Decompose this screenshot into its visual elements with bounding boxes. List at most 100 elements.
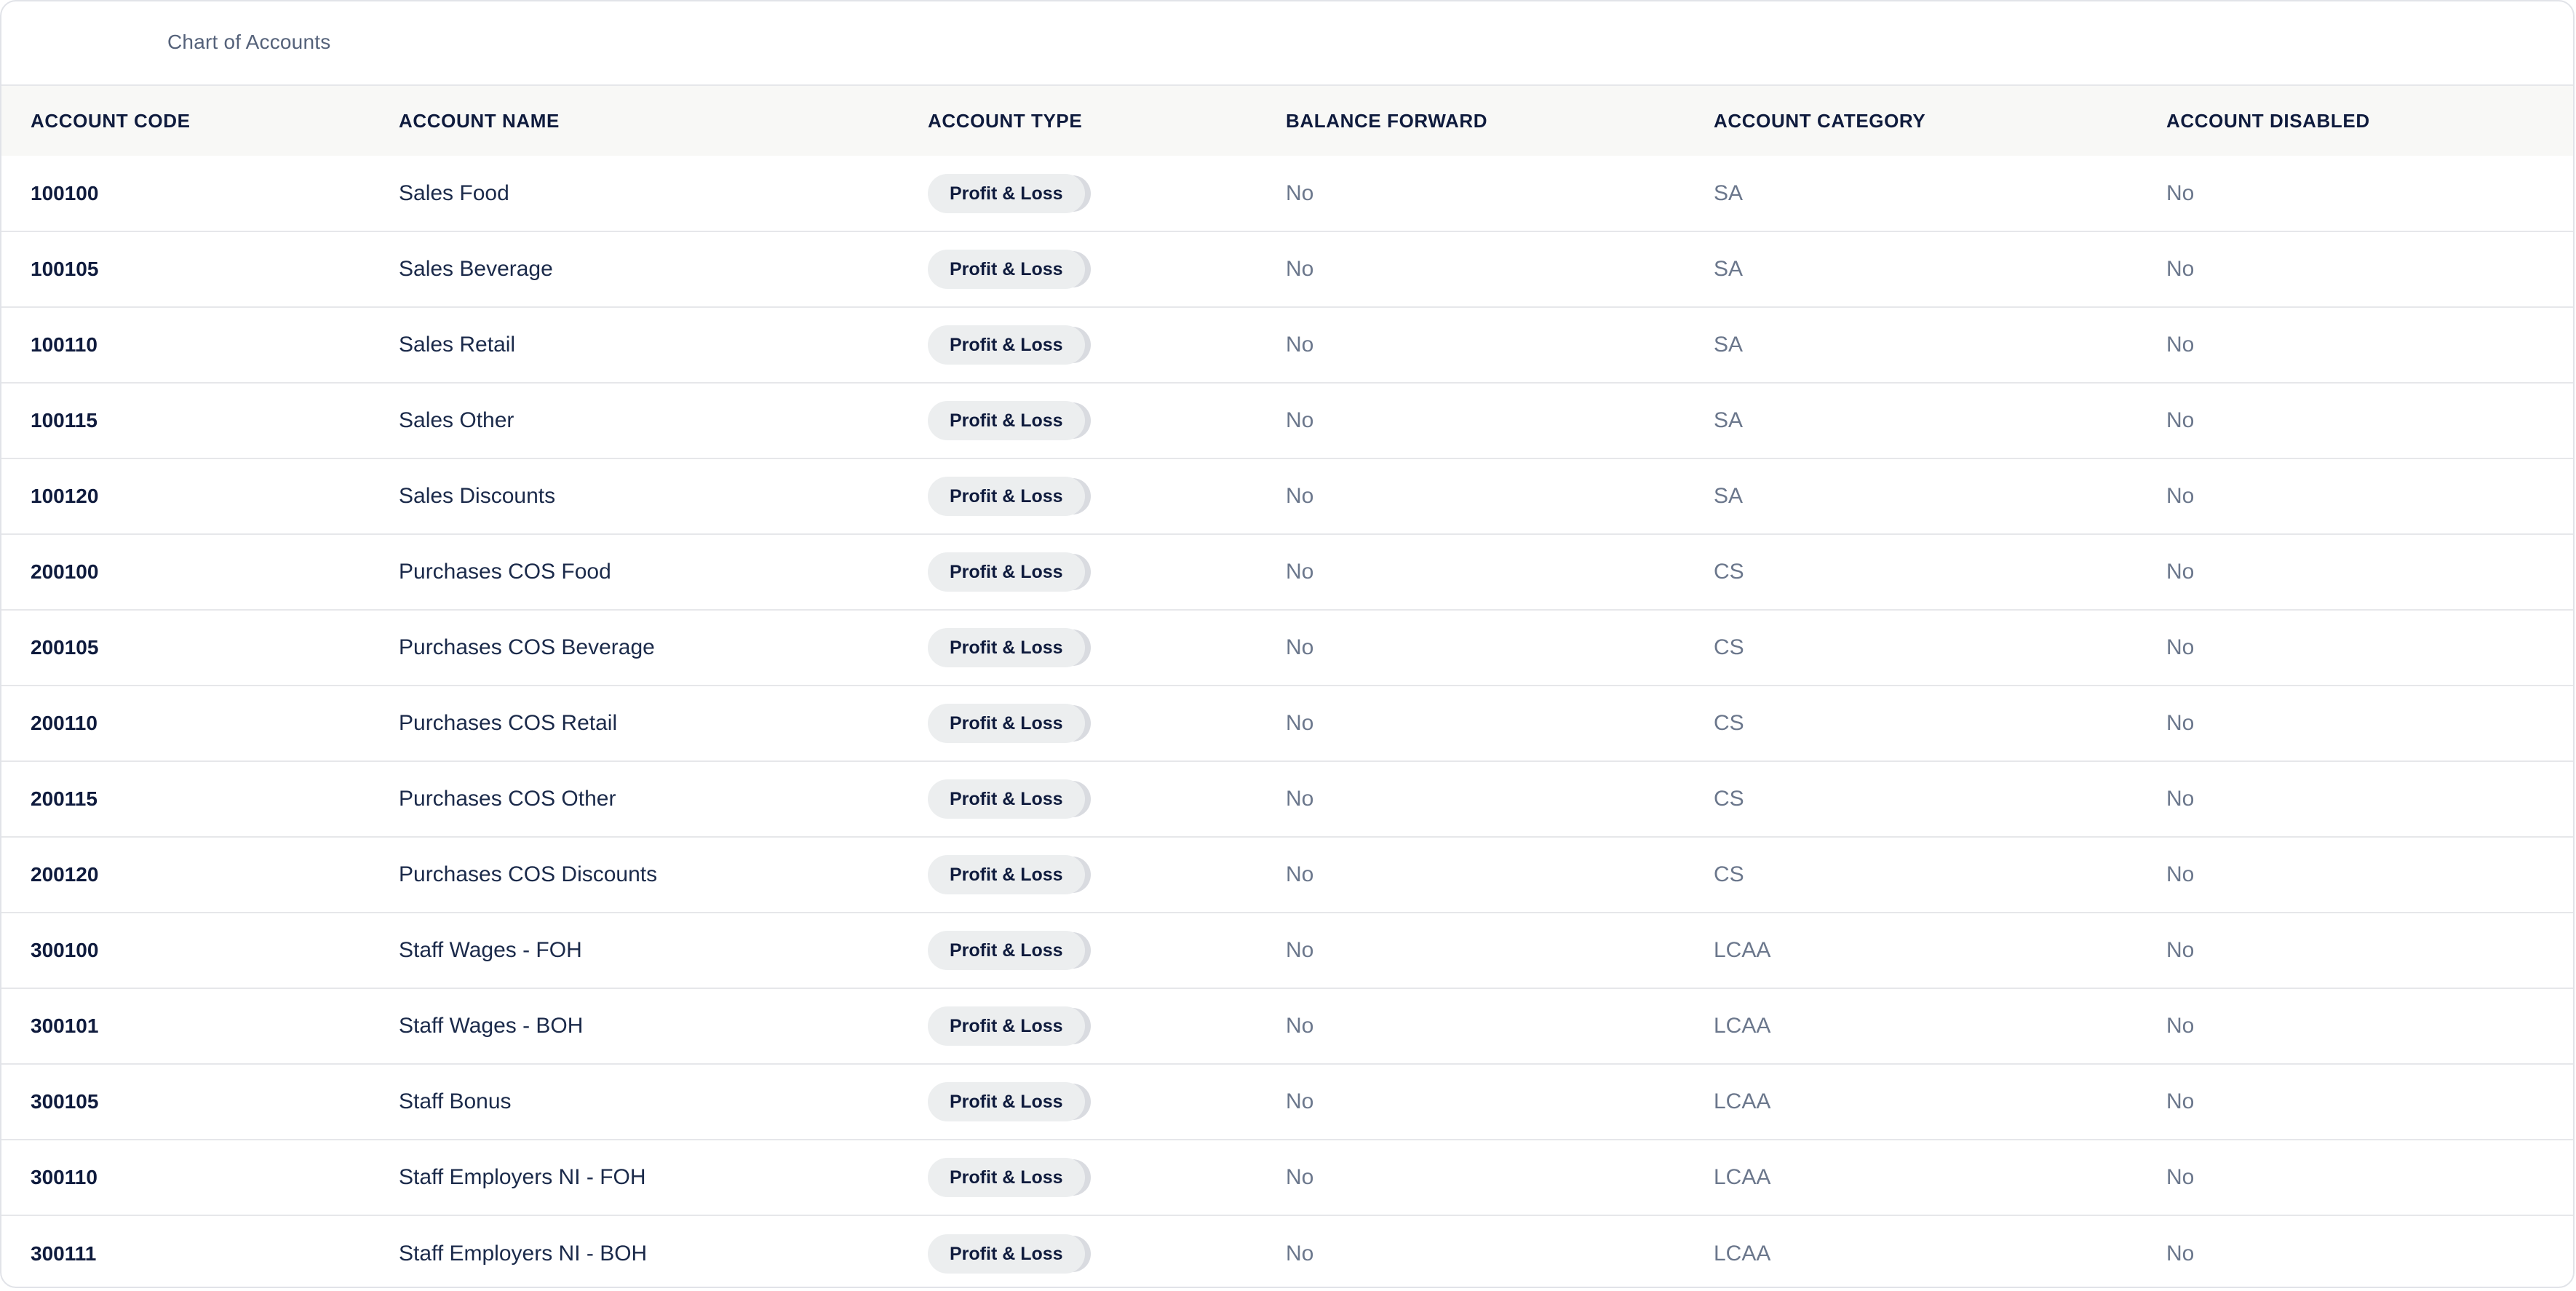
- account-name-cell: Staff Bonus: [399, 1089, 512, 1113]
- account-disabled-cell: No: [2166, 635, 2195, 659]
- table-row[interactable]: 300110 Staff Employers NI - FOH Profit & L…: [1, 1140, 2573, 1215]
- table-row[interactable]: 300101 Staff Wages - BOH Profit & Loss No LC…: [1, 988, 2573, 1064]
- account-name-cell: Purchases COS Beverage: [399, 635, 655, 659]
- table-row[interactable]: 300100 Staff Wages - FOH Profit & Loss No LC…: [1, 913, 2573, 988]
- table-row[interactable]: 300111 Staff Employers NI - BOH Profit & L…: [1, 1215, 2573, 1287]
- account-code-cell: 300110: [31, 1166, 98, 1188]
- table-row[interactable]: 100120 Sales Discounts Profit & Loss No SA No: [1, 458, 2573, 534]
- account-name-cell: Sales Beverage: [399, 257, 553, 281]
- account-type-cell: Profit & Loss: [899, 1064, 1257, 1140]
- account-category-cell: LCAA: [1714, 1165, 1771, 1189]
- account-type-badge: Profit & Loss: [928, 931, 1085, 970]
- table-row[interactable]: 100115 Sales Other Profit & Loss No SA No: [1, 383, 2573, 458]
- account-disabled-cell: No: [2166, 862, 2195, 886]
- account-name-cell: Purchases COS Food: [399, 560, 611, 584]
- table-row[interactable]: 300105 Staff Bonus Profit & Loss No LCAA No: [1, 1064, 2573, 1140]
- account-code-cell: 300100: [31, 939, 99, 961]
- table-body: 100100 Sales Food Profit & Loss No SA No 10010…: [1, 156, 2573, 1287]
- account-name-cell: Staff Wages - FOH: [399, 938, 582, 962]
- account-disabled-cell: No: [2166, 1165, 2195, 1189]
- account-code-cell: 100105: [31, 258, 99, 280]
- account-category-cell: SA: [1714, 484, 1744, 508]
- account-type-cell: Profit & Loss: [899, 231, 1257, 307]
- column-header-account-type[interactable]: ACCOUNT TYPE: [899, 86, 1257, 156]
- column-header-account-category[interactable]: ACCOUNT CATEGORY: [1685, 86, 2137, 156]
- balance-forward-cell: No: [1286, 787, 1314, 811]
- balance-forward-cell: No: [1286, 862, 1314, 886]
- account-code-cell: 100115: [31, 409, 98, 432]
- account-category-cell: CS: [1714, 787, 1744, 811]
- account-code-cell: 200100: [31, 560, 99, 583]
- account-disabled-cell: No: [2166, 1014, 2195, 1038]
- account-disabled-cell: No: [2166, 560, 2195, 584]
- account-type-badge: Profit & Loss: [928, 477, 1085, 516]
- account-category-cell: LCAA: [1714, 1089, 1771, 1113]
- account-type-badge: Profit & Loss: [928, 628, 1085, 667]
- account-name-cell: Sales Discounts: [399, 484, 556, 508]
- column-header-account-name[interactable]: ACCOUNT NAME: [370, 86, 899, 156]
- balance-forward-cell: No: [1286, 1089, 1314, 1113]
- account-type-cell: Profit & Loss: [899, 156, 1257, 231]
- balance-forward-cell: No: [1286, 333, 1314, 357]
- page-title: Chart of Accounts: [167, 31, 331, 53]
- account-category-cell: LCAA: [1714, 1014, 1771, 1038]
- account-name-cell: Sales Retail: [399, 333, 516, 357]
- account-type-badge: Profit & Loss: [928, 779, 1085, 819]
- table-row[interactable]: 200100 Purchases COS Food Profit & Loss No C…: [1, 534, 2573, 610]
- account-category-cell: SA: [1714, 408, 1744, 432]
- account-name-cell: Purchases COS Retail: [399, 711, 618, 735]
- account-code-cell: 100110: [31, 333, 98, 356]
- table-row[interactable]: 200110 Purchases COS Retail Profit & Loss N…: [1, 686, 2573, 761]
- account-code-cell: 300105: [31, 1090, 99, 1113]
- account-category-cell: CS: [1714, 711, 1744, 735]
- account-name-cell: Purchases COS Other: [399, 787, 616, 811]
- table-header: ACCOUNT CODE ACCOUNT NAME ACCOUNT TYPE B…: [1, 86, 2573, 156]
- table-row[interactable]: 100105 Sales Beverage Profit & Loss No SA No: [1, 231, 2573, 307]
- account-type-badge: Profit & Loss: [928, 173, 1085, 213]
- table-header-row: ACCOUNT CODE ACCOUNT NAME ACCOUNT TYPE B…: [1, 86, 2573, 156]
- account-type-cell: Profit & Loss: [899, 610, 1257, 686]
- column-header-account-disabled[interactable]: ACCOUNT DISABLED: [2137, 86, 2573, 156]
- panel-header: Chart of Accounts: [1, 1, 2573, 86]
- table-row[interactable]: 200115 Purchases COS Other Profit & Loss No…: [1, 761, 2573, 837]
- balance-forward-cell: No: [1286, 484, 1314, 508]
- account-category-cell: LCAA: [1714, 1241, 1771, 1266]
- account-category-cell: CS: [1714, 635, 1744, 659]
- balance-forward-cell: No: [1286, 1014, 1314, 1038]
- account-code-cell: 100120: [31, 485, 99, 507]
- account-code-cell: 200105: [31, 636, 99, 659]
- column-header-account-code[interactable]: ACCOUNT CODE: [1, 86, 370, 156]
- account-type-cell: Profit & Loss: [899, 383, 1257, 458]
- account-type-cell: Profit & Loss: [899, 837, 1257, 913]
- account-category-cell: SA: [1714, 257, 1744, 281]
- account-name-cell: Staff Employers NI - FOH: [399, 1165, 646, 1189]
- table-row[interactable]: 100100 Sales Food Profit & Loss No SA No: [1, 156, 2573, 231]
- column-header-balance-forward[interactable]: BALANCE FORWARD: [1257, 86, 1685, 156]
- account-code-cell: 200110: [31, 712, 98, 734]
- table-row[interactable]: 100110 Sales Retail Profit & Loss No SA No: [1, 307, 2573, 383]
- balance-forward-cell: No: [1286, 711, 1314, 735]
- account-name-cell: Staff Employers NI - BOH: [399, 1241, 648, 1266]
- account-type-cell: Profit & Loss: [899, 458, 1257, 534]
- account-type-cell: Profit & Loss: [899, 534, 1257, 610]
- account-type-cell: Profit & Loss: [899, 1140, 1257, 1215]
- account-type-badge: Profit & Loss: [928, 704, 1085, 743]
- account-code-cell: 300111: [31, 1242, 97, 1265]
- table-row[interactable]: 200105 Purchases COS Beverage Profit & Los…: [1, 610, 2573, 686]
- account-category-cell: LCAA: [1714, 938, 1771, 962]
- account-type-badge: Profit & Loss: [928, 1006, 1085, 1046]
- account-disabled-cell: No: [2166, 408, 2195, 432]
- account-name-cell: Sales Other: [399, 408, 514, 432]
- account-code-cell: 200120: [31, 863, 99, 886]
- account-code-cell: 300101: [31, 1014, 99, 1037]
- account-category-cell: CS: [1714, 862, 1744, 886]
- account-type-badge: Profit & Loss: [928, 855, 1085, 894]
- account-type-cell: Profit & Loss: [899, 686, 1257, 761]
- balance-forward-cell: No: [1286, 257, 1314, 281]
- account-disabled-cell: No: [2166, 711, 2195, 735]
- account-type-cell: Profit & Loss: [899, 307, 1257, 383]
- account-name-cell: Staff Wages - BOH: [399, 1014, 584, 1038]
- account-category-cell: SA: [1714, 180, 1744, 205]
- account-type-cell: Profit & Loss: [899, 988, 1257, 1064]
- table-row[interactable]: 200120 Purchases COS Discounts Profit & Lo…: [1, 837, 2573, 913]
